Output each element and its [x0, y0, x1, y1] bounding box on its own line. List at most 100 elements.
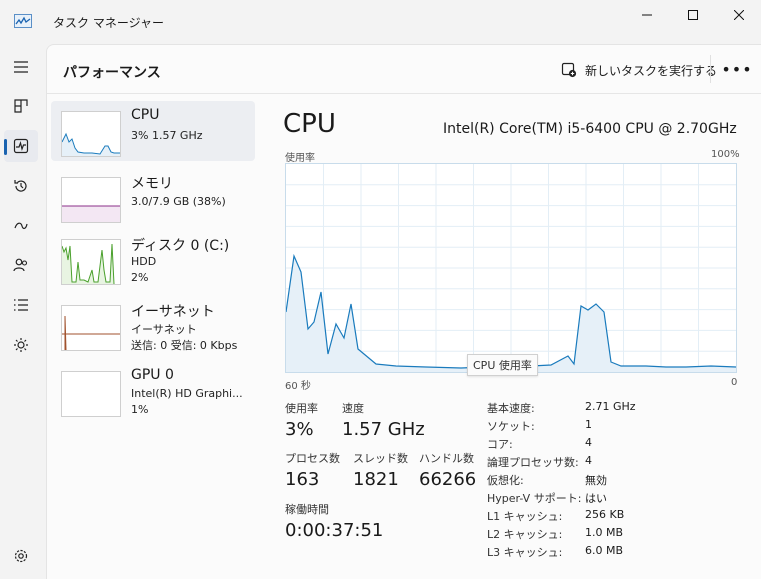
- cpu-thumbnail-graph: [62, 132, 120, 156]
- toolbar-separator: [710, 55, 711, 83]
- spec-value: はい: [585, 492, 607, 505]
- nav-users[interactable]: [4, 249, 38, 281]
- startup-apps-icon: [14, 222, 28, 230]
- nav-performance[interactable]: [4, 130, 38, 162]
- device-name: CPU: [131, 107, 160, 123]
- task-manager-app-icon: [14, 14, 32, 28]
- device-summary: 2%: [131, 271, 149, 284]
- nav-processes[interactable]: [4, 90, 38, 122]
- device-summary: 3% 1.57 GHz: [131, 129, 203, 142]
- spec-label: ソケット:: [487, 420, 535, 433]
- speed-value: 1.57 GHz: [342, 419, 425, 440]
- device-name: メモリ: [131, 176, 173, 192]
- close-button[interactable]: [716, 0, 761, 30]
- nav-details[interactable]: [4, 289, 38, 321]
- cpu-model: Intel(R) Core(TM) i5-6400 CPU @ 2.70GHz: [443, 121, 737, 137]
- spec-label: 基本速度:: [487, 402, 535, 415]
- more-icon: •••: [721, 59, 753, 79]
- settings-icon: [14, 549, 28, 563]
- active-nav-indicator: [4, 139, 7, 155]
- spec-value: 4: [585, 436, 592, 449]
- spec-value: 2.71 GHz: [585, 400, 636, 413]
- device-memory[interactable]: メモリ 3.0/7.9 GB (38%): [51, 167, 255, 227]
- device-name: GPU 0: [131, 367, 174, 383]
- nav-services[interactable]: [4, 329, 38, 361]
- device-cpu[interactable]: CPU 3% 1.57 GHz: [51, 101, 255, 161]
- processes-icon: [14, 99, 28, 113]
- speed-label: 速度: [342, 402, 364, 415]
- device-disk[interactable]: ディスク 0 (C:) HDD 2%: [51, 229, 255, 289]
- minimize-icon: [642, 14, 652, 16]
- processes-label: プロセス数: [285, 452, 340, 465]
- device-summary: 送信: 0 受信: 0 Kbps: [131, 339, 238, 352]
- uptime-label: 稼働時間: [285, 503, 329, 516]
- graph-tooltip: CPU 使用率: [467, 354, 538, 376]
- device-summary: 1%: [131, 403, 149, 416]
- usage-label: 使用率: [285, 402, 318, 415]
- spec-label: 仮想化:: [487, 474, 524, 487]
- cpu-thumbnail: [61, 111, 121, 157]
- window-title: タスク マネージャー: [53, 16, 164, 30]
- app-history-icon: [14, 180, 27, 192]
- spec-label: 論理プロセッサ数:: [487, 456, 579, 469]
- main-panel: パフォーマンス 新しいタスクを実行する ••• CPU 3% 1.57 GHz …: [46, 44, 761, 579]
- spec-label: L2 キャッシュ:: [487, 528, 563, 541]
- device-summary: 3.0/7.9 GB (38%): [131, 195, 226, 208]
- cpu-usage-graph[interactable]: [285, 163, 737, 373]
- uptime-value: 0:00:37:51: [285, 520, 384, 541]
- detail-title: CPU: [283, 109, 336, 139]
- details-icon: [14, 299, 28, 311]
- handles-value: 66266: [419, 469, 477, 490]
- spec-value: 4: [585, 454, 592, 467]
- device-type: HDD: [131, 255, 157, 268]
- new-task-icon: [561, 62, 577, 78]
- nav-menu-button[interactable]: [4, 51, 38, 83]
- threads-value: 1821: [353, 469, 399, 490]
- spec-label: L3 キャッシュ:: [487, 546, 563, 559]
- memory-thumbnail: [61, 177, 121, 223]
- spec-label: コア:: [487, 438, 513, 451]
- processes-value: 163: [285, 469, 320, 490]
- more-options-button[interactable]: •••: [721, 57, 751, 81]
- spec-value: 無効: [585, 474, 607, 487]
- nav-startup-apps[interactable]: [4, 210, 38, 242]
- spec-value: 256 KB: [585, 508, 625, 521]
- run-new-task-label: 新しいタスクを実行する: [585, 63, 718, 78]
- graph-time-start: 60 秒: [285, 381, 311, 392]
- spec-label: L1 キャッシュ:: [487, 510, 563, 523]
- graph-time-end: 0: [731, 377, 738, 388]
- memory-thumbnail-graph: [62, 205, 120, 222]
- disk-thumbnail-graph: [62, 243, 115, 284]
- device-ethernet[interactable]: イーサネット イーサネット 送信: 0 受信: 0 Kbps: [51, 295, 255, 355]
- cpu-usage-graph-svg: [285, 164, 737, 372]
- spec-value: 1.0 MB: [585, 526, 624, 539]
- nav-settings[interactable]: [4, 540, 38, 572]
- gpu-thumbnail: [61, 371, 121, 417]
- disk-thumbnail: [61, 239, 121, 285]
- minimize-button[interactable]: [624, 0, 670, 30]
- run-new-task-button[interactable]: 新しいタスクを実行する: [561, 59, 717, 81]
- device-name: ディスク 0 (C:): [131, 238, 230, 254]
- ethernet-thumbnail-graph: [62, 315, 120, 350]
- spec-value: 6.0 MB: [585, 544, 624, 557]
- maximize-button[interactable]: [670, 0, 716, 30]
- graph-usage-label: 使用率: [285, 153, 315, 164]
- maximize-icon: [688, 10, 698, 20]
- header-divider: [47, 93, 761, 94]
- threads-label: スレッド数: [353, 452, 408, 465]
- ethernet-thumbnail: [61, 305, 121, 351]
- spec-value: 1: [585, 418, 592, 431]
- graph-max-label: 100%: [711, 149, 740, 160]
- close-icon: [734, 10, 744, 20]
- handles-label: ハンドル数: [419, 452, 474, 465]
- device-name: イーサネット: [131, 304, 215, 320]
- services-icon: [14, 338, 28, 352]
- users-icon: [13, 258, 28, 272]
- device-gpu[interactable]: GPU 0 Intel(R) HD Graphi... 1%: [51, 361, 255, 421]
- performance-icon: [13, 138, 29, 154]
- menu-icon: [14, 61, 28, 73]
- title-bar: タスク マネージャー: [0, 0, 761, 44]
- nav-app-history[interactable]: [4, 170, 38, 202]
- spec-label: Hyper-V サポート:: [487, 492, 582, 505]
- page-title: パフォーマンス: [63, 65, 161, 81]
